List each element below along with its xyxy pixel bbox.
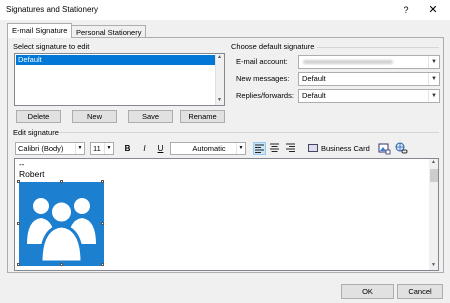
resize-handle[interactable] — [101, 263, 104, 266]
new-button[interactable]: New — [72, 110, 117, 123]
editor-scrollbar[interactable]: ▲ ▼ — [429, 159, 438, 270]
business-card-icon — [308, 144, 318, 152]
business-card-label: Business Card — [321, 144, 370, 153]
select-signature-label: Select signature to edit — [13, 42, 90, 51]
align-right-button[interactable] — [284, 142, 297, 155]
scroll-down-icon[interactable]: ▼ — [217, 97, 222, 103]
save-button[interactable]: Save — [128, 110, 173, 123]
group-divider — [60, 132, 439, 133]
resize-handle[interactable] — [17, 263, 20, 266]
signature-editor[interactable]: -- Robert ▲ ▼ — [14, 158, 439, 271]
delete-button[interactable]: Delete — [16, 110, 61, 123]
scroll-up-icon[interactable]: ▲ — [217, 54, 222, 60]
align-left-icon — [255, 144, 264, 153]
group-divider — [317, 47, 439, 48]
chevron-down-icon[interactable]: ▼ — [104, 143, 113, 154]
italic-button[interactable]: I — [138, 142, 151, 155]
bold-button[interactable]: B — [121, 142, 134, 155]
hyperlink-button[interactable] — [395, 142, 408, 155]
insert-picture-icon — [378, 143, 391, 155]
resize-handle[interactable] — [101, 180, 104, 183]
chevron-down-icon[interactable]: ▼ — [428, 56, 439, 68]
choose-default-label: Choose default signature — [231, 42, 315, 51]
email-account-value-redacted — [303, 60, 393, 64]
scroll-up-icon[interactable]: ▲ — [431, 159, 436, 165]
align-left-button[interactable] — [253, 142, 266, 155]
new-messages-label: New messages: — [236, 74, 290, 83]
tab-personal-stationery[interactable]: Personal Stationery — [71, 25, 147, 37]
signature-separator: -- — [19, 160, 25, 169]
chevron-down-icon[interactable]: ▼ — [428, 90, 439, 102]
insert-picture-button[interactable] — [378, 142, 391, 155]
signature-image[interactable] — [17, 180, 104, 266]
help-button[interactable]: ? — [398, 2, 414, 18]
resize-handle[interactable] — [60, 263, 63, 266]
tab-email-signature[interactable]: E-mail Signature — [7, 23, 73, 38]
resize-handle[interactable] — [60, 180, 63, 183]
chevron-down-icon[interactable]: ▼ — [75, 143, 84, 154]
resize-handle[interactable] — [101, 222, 104, 225]
signature-list[interactable]: Default ▲ ▼ — [14, 53, 225, 106]
window-title: Signatures and Stationery — [6, 5, 99, 14]
signature-name: Robert — [19, 169, 45, 179]
replies-forwards-label: Replies/forwards: — [236, 91, 294, 100]
replies-forwards-select[interactable]: Default ▼ — [298, 89, 440, 103]
ok-button[interactable]: OK — [341, 284, 394, 299]
align-center-button[interactable] — [268, 142, 281, 155]
email-account-label: E-mail account: — [236, 57, 288, 66]
replies-forwards-value: Default — [302, 91, 326, 100]
chevron-down-icon[interactable]: ▼ — [236, 143, 245, 154]
signature-list-scrollbar[interactable]: ▲ ▼ — [215, 54, 224, 105]
chevron-down-icon[interactable]: ▼ — [428, 73, 439, 85]
resize-handle[interactable] — [17, 180, 20, 183]
scrollbar-thumb[interactable] — [430, 169, 438, 182]
align-center-icon — [270, 143, 279, 152]
font-color-value: Automatic — [192, 144, 226, 153]
close-button[interactable]: ✕ — [424, 2, 442, 18]
align-right-icon — [286, 143, 295, 152]
resize-handle[interactable] — [17, 222, 20, 225]
email-account-select[interactable]: ▼ — [298, 55, 440, 69]
signature-list-item[interactable]: Default — [16, 55, 215, 65]
edit-signature-label: Edit signature — [13, 128, 59, 137]
new-messages-select[interactable]: Default ▼ — [298, 72, 440, 86]
font-value: Calibri (Body) — [18, 144, 64, 153]
rename-button[interactable]: Rename — [180, 110, 225, 123]
underline-button[interactable]: U — [154, 142, 167, 155]
scroll-down-icon[interactable]: ▼ — [431, 262, 436, 268]
new-messages-value: Default — [302, 74, 326, 83]
people-group-icon — [27, 198, 96, 264]
font-size-value: 11 — [93, 144, 101, 153]
hyperlink-icon — [395, 142, 408, 154]
font-size-select[interactable]: 11 ▼ — [90, 142, 114, 155]
font-color-select[interactable]: Automatic ▼ — [170, 142, 246, 155]
cancel-button[interactable]: Cancel — [397, 284, 443, 299]
font-select[interactable]: Calibri (Body) ▼ — [15, 142, 85, 155]
